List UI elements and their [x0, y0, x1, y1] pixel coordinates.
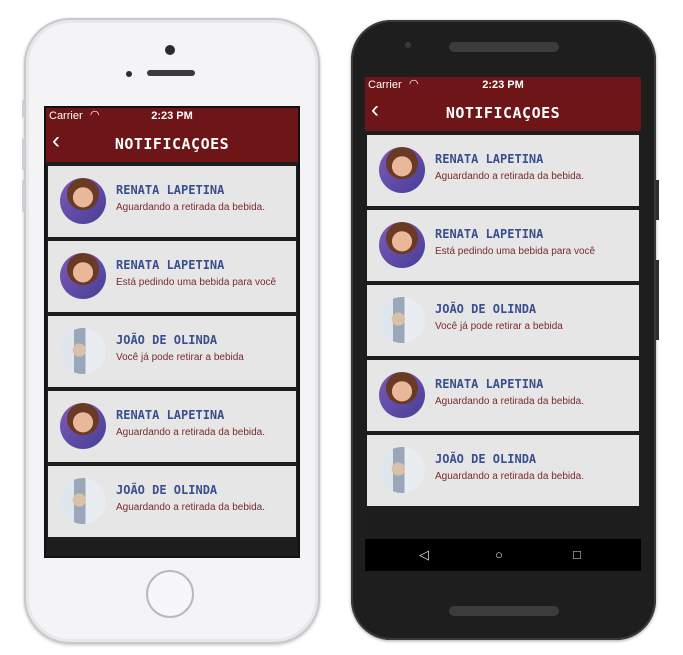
- notification-message: Aguardando a retirada da bebida.: [435, 396, 585, 407]
- avatar: [379, 147, 425, 193]
- avatar: [379, 372, 425, 418]
- sender-name: RENATA LAPETINA: [435, 227, 544, 241]
- iphone-frame: Carrier ◠ 2:23 PM ‹ NOTIFICAÇOES RENATA …: [22, 18, 320, 644]
- iphone-screen: Carrier ◠ 2:23 PM ‹ NOTIFICAÇOES RENATA …: [44, 106, 300, 558]
- notification-message: Está pedindo uma bebida para você: [435, 246, 596, 257]
- nav-bar: ‹ NOTIFICAÇOES: [365, 93, 641, 131]
- mute-switch: [22, 100, 25, 118]
- home-button[interactable]: [146, 570, 194, 618]
- avatar: [60, 178, 106, 224]
- sender-name: RENATA LAPETINA: [116, 183, 225, 197]
- notification-item[interactable]: RENATA LAPETINA Aguardando a retirada da …: [48, 166, 296, 237]
- notification-item[interactable]: JOÃO DE OLINDA Aguardando a retirada da b…: [48, 466, 296, 537]
- notification-item[interactable]: RENATA LAPETINA Aguardando a retirada da …: [367, 135, 639, 206]
- sender-name: RENATA LAPETINA: [116, 408, 225, 422]
- notification-message: Aguardando a retirada da bebida.: [435, 171, 585, 182]
- front-camera: [405, 42, 411, 48]
- notification-list: RENATA LAPETINA Aguardando a retirada da …: [46, 166, 298, 537]
- android-screen: Carrier ◠ 2:23 PM ‹ NOTIFICAÇOES RENATA …: [365, 77, 641, 571]
- sender-name: JOÃO DE OLINDA: [116, 333, 218, 347]
- avatar: [60, 403, 106, 449]
- top-speaker-grille: [449, 42, 559, 52]
- back-triangle-icon[interactable]: ◁: [419, 547, 429, 563]
- page-title: NOTIFICAÇOES: [445, 104, 561, 122]
- android-frame: Carrier ◠ 2:23 PM ‹ NOTIFICAÇOES RENATA …: [351, 20, 659, 640]
- avatar: [379, 297, 425, 343]
- status-bar: Carrier ◠ 2:23 PM: [46, 108, 298, 124]
- home-circle-icon[interactable]: ○: [495, 547, 503, 562]
- notification-message: Aguardando a retirada da bebida.: [116, 502, 266, 513]
- avatar: [379, 222, 425, 268]
- proximity-sensor: [126, 71, 132, 77]
- avatar: [60, 328, 106, 374]
- front-camera: [165, 45, 175, 55]
- notification-list: RENATA LAPETINA Aguardando a retirada da …: [365, 135, 641, 506]
- notification-message: Você já pode retirar a bebida: [435, 321, 563, 332]
- notification-item[interactable]: JOÃO DE OLINDA Aguardando a retirada da b…: [367, 435, 639, 506]
- nav-bar: ‹ NOTIFICAÇOES: [46, 124, 298, 162]
- page-title: NOTIFICAÇOES: [114, 135, 230, 153]
- earpiece-speaker: [147, 70, 195, 76]
- sender-name: JOÃO DE OLINDA: [435, 302, 537, 316]
- recents-square-icon[interactable]: □: [573, 547, 581, 562]
- avatar: [379, 447, 425, 493]
- sender-name: RENATA LAPETINA: [116, 258, 225, 272]
- sender-name: RENATA LAPETINA: [435, 152, 544, 166]
- volume-rocker: [656, 260, 659, 340]
- status-time: 2:23 PM: [151, 110, 193, 122]
- sender-name: RENATA LAPETINA: [435, 377, 544, 391]
- avatar: [60, 478, 106, 524]
- volume-up-button: [22, 138, 25, 170]
- notification-message: Aguardando a retirada da bebida.: [116, 427, 266, 438]
- notification-message: Aguardando a retirada da bebida.: [435, 471, 585, 482]
- notification-item[interactable]: RENATA LAPETINA Aguardando a retirada da …: [367, 360, 639, 431]
- volume-down-button: [22, 180, 25, 212]
- notification-item[interactable]: RENATA LAPETINA Está pedindo uma bebida p…: [367, 210, 639, 281]
- status-time: 2:23 PM: [482, 79, 524, 91]
- notification-message: Está pedindo uma bebida para você: [116, 277, 277, 288]
- sender-name: JOÃO DE OLINDA: [435, 452, 537, 466]
- notification-item[interactable]: RENATA LAPETINA Aguardando a retirada da …: [48, 391, 296, 462]
- sender-name: JOÃO DE OLINDA: [116, 483, 218, 497]
- notification-item[interactable]: RENATA LAPETINA Está pedindo uma bebida p…: [48, 241, 296, 312]
- notification-message: Você já pode retirar a bebida: [116, 352, 244, 363]
- notification-item[interactable]: JOÃO DE OLINDA Você já pode retirar a beb…: [367, 285, 639, 356]
- bottom-speaker-grille: [449, 606, 559, 616]
- notification-message: Aguardando a retirada da bebida.: [116, 202, 266, 213]
- notification-item[interactable]: JOÃO DE OLINDA Você já pode retirar a beb…: [48, 316, 296, 387]
- android-navigation-bar: ◁ ○ □: [365, 539, 641, 571]
- status-bar: Carrier ◠ 2:23 PM: [365, 77, 641, 93]
- power-button: [656, 180, 659, 220]
- avatar: [60, 253, 106, 299]
